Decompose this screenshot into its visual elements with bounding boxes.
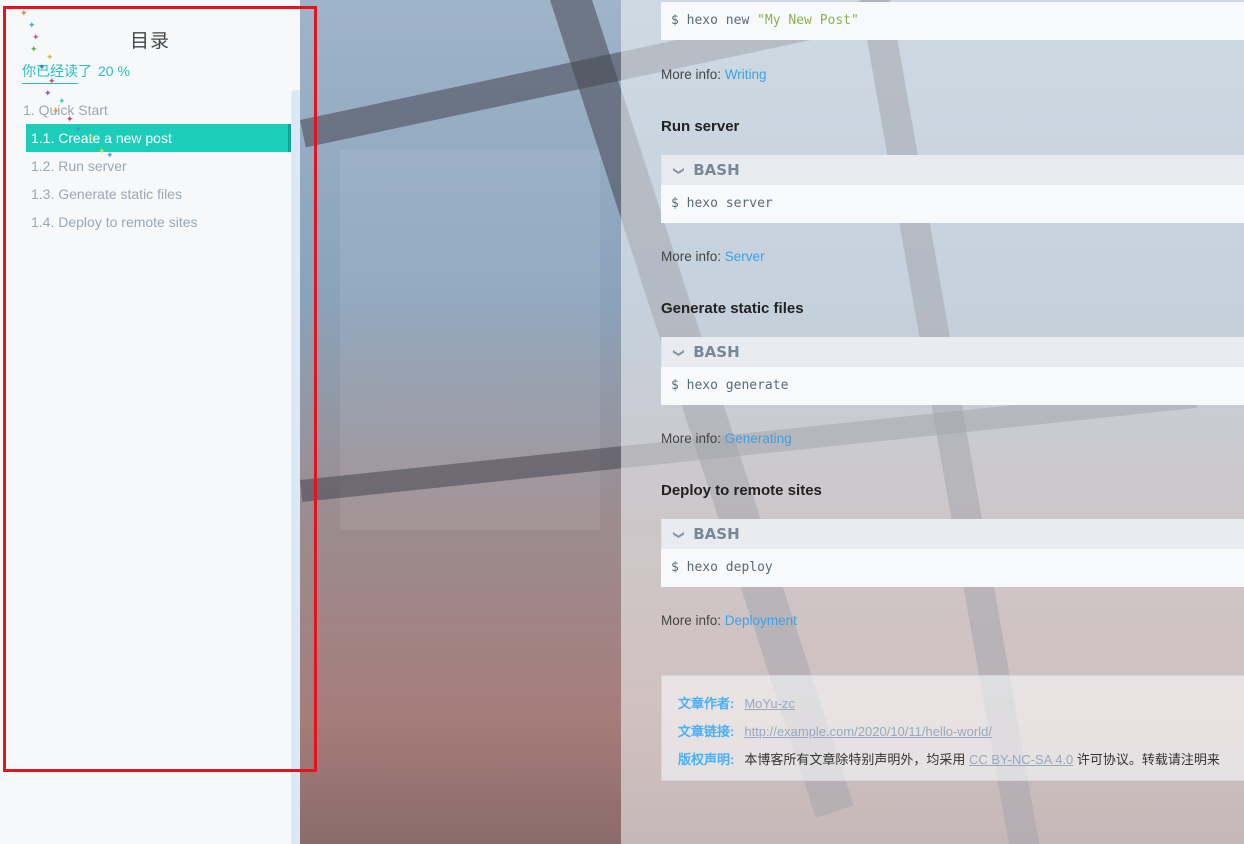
more-info-writing: More info: Writing bbox=[661, 67, 767, 82]
code-lang: BASH bbox=[693, 525, 740, 543]
more-info-server: More info: Server bbox=[661, 249, 765, 264]
post-link[interactable]: http://example.com/2020/10/11/hello-worl… bbox=[744, 724, 992, 739]
heading-run-server: Run server bbox=[661, 118, 740, 135]
progress-percent: 20 % bbox=[98, 63, 130, 79]
license-text: 本博客所有文章除特别声明外，均采用 bbox=[744, 752, 966, 767]
progress-label: 你已经读了 bbox=[22, 63, 92, 79]
post-link-label: 文章链接: bbox=[678, 724, 735, 739]
toc-item-deploy[interactable]: 1.4. Deploy to remote sites bbox=[0, 208, 291, 236]
chevron-down-icon[interactable]: ❯ bbox=[664, 166, 694, 175]
more-info-generating: More info: Generating bbox=[661, 431, 792, 446]
link-deployment[interactable]: Deployment bbox=[725, 613, 797, 628]
chevron-down-icon[interactable]: ❯ bbox=[664, 348, 694, 357]
svg-text:✦: ✦ bbox=[20, 9, 28, 19]
toc-title: 目录 bbox=[129, 31, 170, 52]
chevron-down-icon[interactable]: ❯ bbox=[664, 530, 694, 539]
scrollbar[interactable] bbox=[291, 90, 300, 844]
more-info-label: More info: bbox=[661, 613, 722, 628]
toc-item-create-post[interactable]: 1.1. Create a new post bbox=[26, 124, 291, 152]
code-header[interactable]: ❯ BASH bbox=[661, 155, 1244, 185]
reading-progress: 你已经读了 20 % bbox=[22, 61, 130, 81]
toc-sidebar: 目录 你已经读了 20 % 1. Quick Start 1.1. Create … bbox=[0, 0, 300, 844]
toc-list: 1. Quick Start 1.1. Create a new post 1.… bbox=[0, 96, 291, 236]
code-block-deploy: ❯ BASH $ hexo deploy bbox=[661, 519, 1244, 587]
license-text-after: 许可协议。转载请注明来 bbox=[1076, 752, 1220, 767]
post-copyright: 文章作者: MoYu-zc 文章链接: http://example.com/202… bbox=[661, 675, 1244, 781]
code-string: "My New Post" bbox=[757, 13, 859, 28]
code-line: $ hexo new "My New Post" bbox=[661, 2, 1244, 40]
heading-generate-static: Generate static files bbox=[661, 300, 804, 317]
link-generating[interactable]: Generating bbox=[725, 431, 792, 446]
license-link[interactable]: CC BY-NC-SA 4.0 bbox=[969, 752, 1073, 767]
toc-item-run-server[interactable]: 1.2. Run server bbox=[0, 152, 291, 180]
copyright-license-row: 版权声明: 本博客所有文章除特别声明外，均采用 CC BY-NC-SA 4.0 许… bbox=[678, 746, 1244, 774]
heading-deploy: Deploy to remote sites bbox=[661, 482, 822, 499]
toc-item-quick-start[interactable]: 1. Quick Start bbox=[0, 96, 291, 124]
code-block-generate: ❯ BASH $ hexo generate bbox=[661, 337, 1244, 405]
copyright-author-row: 文章作者: MoYu-zc bbox=[678, 690, 1244, 718]
code-block-new-post: $ hexo new "My New Post" bbox=[661, 2, 1244, 40]
copyright-link-row: 文章链接: http://example.com/2020/10/11/hello… bbox=[678, 718, 1244, 746]
code-lang: BASH bbox=[693, 161, 740, 179]
more-info-label: More info: bbox=[661, 431, 722, 446]
post-content: $ hexo new "My New Post" More info: Writ… bbox=[621, 0, 1244, 844]
link-server[interactable]: Server bbox=[725, 249, 765, 264]
link-writing[interactable]: Writing bbox=[725, 67, 767, 82]
code-line: $ hexo deploy bbox=[661, 549, 1244, 587]
code-line: $ hexo generate bbox=[661, 367, 1244, 405]
more-info-label: More info: bbox=[661, 67, 722, 82]
toc-item-generate-static[interactable]: 1.3. Generate static files bbox=[0, 180, 291, 208]
author-link[interactable]: MoYu-zc bbox=[744, 696, 795, 711]
more-info-label: More info: bbox=[661, 249, 722, 264]
code-lang: BASH bbox=[693, 343, 740, 361]
code-header[interactable]: ❯ BASH bbox=[661, 337, 1244, 367]
progress-underline bbox=[22, 83, 78, 84]
author-label: 文章作者: bbox=[678, 696, 735, 711]
license-label: 版权声明: bbox=[678, 752, 735, 767]
code-text: $ hexo new bbox=[671, 13, 758, 28]
more-info-deployment: More info: Deployment bbox=[661, 613, 797, 628]
code-block-run-server: ❯ BASH $ hexo server bbox=[661, 155, 1244, 223]
code-line: $ hexo server bbox=[661, 185, 1244, 223]
code-header[interactable]: ❯ BASH bbox=[661, 519, 1244, 549]
